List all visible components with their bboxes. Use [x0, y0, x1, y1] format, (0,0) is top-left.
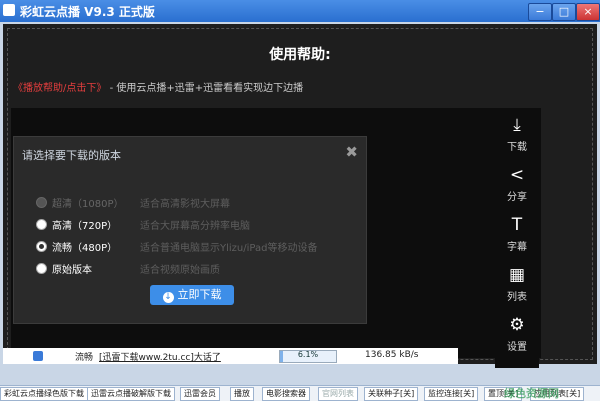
- close-button[interactable]: ×: [576, 3, 600, 21]
- help-text: - 使用云点播+迅雷+迅雷看看实现边下边播: [109, 83, 304, 94]
- related-seed-toggle[interactable]: 关联种子[关]: [364, 387, 419, 401]
- task-speed: 136.85 kB/s: [365, 350, 419, 360]
- radio-button[interactable]: [36, 263, 47, 274]
- download-now-label: 立即下载: [177, 288, 222, 301]
- monitor-link-toggle[interactable]: 监控连接[关]: [424, 387, 479, 401]
- radio-button[interactable]: [36, 197, 47, 208]
- official-list-button[interactable]: 官网列表: [318, 387, 358, 401]
- radio-button[interactable]: [36, 219, 47, 230]
- quality-option-1080p[interactable]: 超清（1080P） 适合高清影视大屏幕: [36, 195, 356, 211]
- gear-icon: ⚙: [509, 315, 525, 335]
- bottom-link-xunlei-vip[interactable]: 迅雷会员: [180, 387, 220, 401]
- sidebar: ⤓ 下载 < 分享 T 字幕 ▦ 列表 ⚙ 设置: [495, 108, 539, 368]
- quality-option-480p[interactable]: 流畅（480P） 适合普通电脑显示Ylizu/iPad等移动设备: [36, 239, 356, 255]
- sidebar-item-share[interactable]: < 分享: [495, 162, 539, 212]
- task-progress-bar: 6.1%: [279, 350, 337, 363]
- option-label: 高清（720P）: [52, 221, 118, 232]
- maximize-button[interactable]: □: [552, 3, 576, 21]
- download-icon: ⤓: [513, 115, 521, 135]
- sidebar-label: 设置: [507, 342, 527, 353]
- sidebar-item-list[interactable]: ▦ 列表: [495, 262, 539, 312]
- play-button[interactable]: 播放: [230, 387, 254, 401]
- task-row[interactable]: 流畅 [迅雷下载www.2tu.cc]大话了 6.1% 136.85 kB/s: [3, 348, 458, 364]
- progress-text: 6.1%: [297, 350, 319, 359]
- sidebar-label: 字幕: [507, 242, 527, 253]
- list-icon: ▦: [508, 265, 526, 285]
- download-now-button[interactable]: ↓ 立即下载: [150, 285, 234, 305]
- share-icon: <: [509, 165, 525, 185]
- bottom-link-crack-download[interactable]: 迅雷云点播破解版下载: [87, 387, 175, 401]
- help-link[interactable]: 《播放帮助/点击下》: [13, 83, 106, 94]
- option-desc: 适合视频原始画质: [140, 265, 220, 276]
- title-bar: 彩虹云点播 V9.3 正式版 − □ ×: [0, 0, 600, 22]
- task-file-icon: [33, 351, 43, 361]
- movie-search-button[interactable]: 电影搜索器: [262, 387, 310, 401]
- help-title: 使用帮助:: [269, 47, 331, 63]
- task-name[interactable]: [迅雷下载www.2tu.cc]大话了: [99, 350, 221, 363]
- dialog-close-icon[interactable]: ✖: [345, 143, 358, 161]
- sidebar-label: 列表: [507, 292, 527, 303]
- sidebar-item-settings[interactable]: ⚙ 设置: [495, 312, 539, 362]
- dialog-title: 请选择要下载的版本: [22, 149, 121, 162]
- option-desc: 适合普通电脑显示Ylizu/iPad等移动设备: [140, 243, 318, 254]
- app-icon: [3, 4, 15, 16]
- option-label: 原始版本: [52, 265, 92, 276]
- radio-button[interactable]: [36, 241, 47, 252]
- task-status: 流畅: [75, 353, 94, 363]
- help-line: 《播放帮助/点击下》 - 使用云点播+迅雷+迅雷看看实现边下边播: [13, 79, 303, 94]
- sidebar-label: 分享: [507, 192, 527, 203]
- download-dialog: 请选择要下载的版本 ✖ 超清（1080P） 适合高清影视大屏幕 高清（720P）…: [13, 136, 367, 324]
- subtitle-icon: T: [511, 215, 523, 235]
- option-desc: 适合大屏幕高分辨率电脑: [140, 221, 250, 232]
- quality-option-original[interactable]: 原始版本 适合视频原始画质: [36, 261, 356, 277]
- option-label: 超清（1080P）: [52, 199, 124, 210]
- bottom-link-green-download[interactable]: 彩虹云点播绿色版下载: [0, 387, 88, 401]
- option-label: 流畅（480P）: [52, 243, 118, 254]
- main-content: 使用帮助: 《播放帮助/点击下》 - 使用云点播+迅雷+迅雷看看实现边下边播 请…: [3, 24, 597, 368]
- download-icon: ↓: [162, 292, 174, 303]
- sidebar-item-download[interactable]: ⤓ 下载: [495, 112, 539, 162]
- window-title: 彩虹云点播 V9.3 正式版: [20, 5, 155, 19]
- minimize-button[interactable]: −: [528, 3, 552, 21]
- sidebar-label: 下载: [507, 142, 527, 153]
- quality-option-720p[interactable]: 高清（720P） 适合大屏幕高分辨率电脑: [36, 217, 356, 233]
- option-desc: 适合高清影视大屏幕: [140, 199, 230, 210]
- sidebar-item-subtitle[interactable]: T 字幕: [495, 212, 539, 262]
- site-watermark: 绿色资源网: [504, 387, 559, 400]
